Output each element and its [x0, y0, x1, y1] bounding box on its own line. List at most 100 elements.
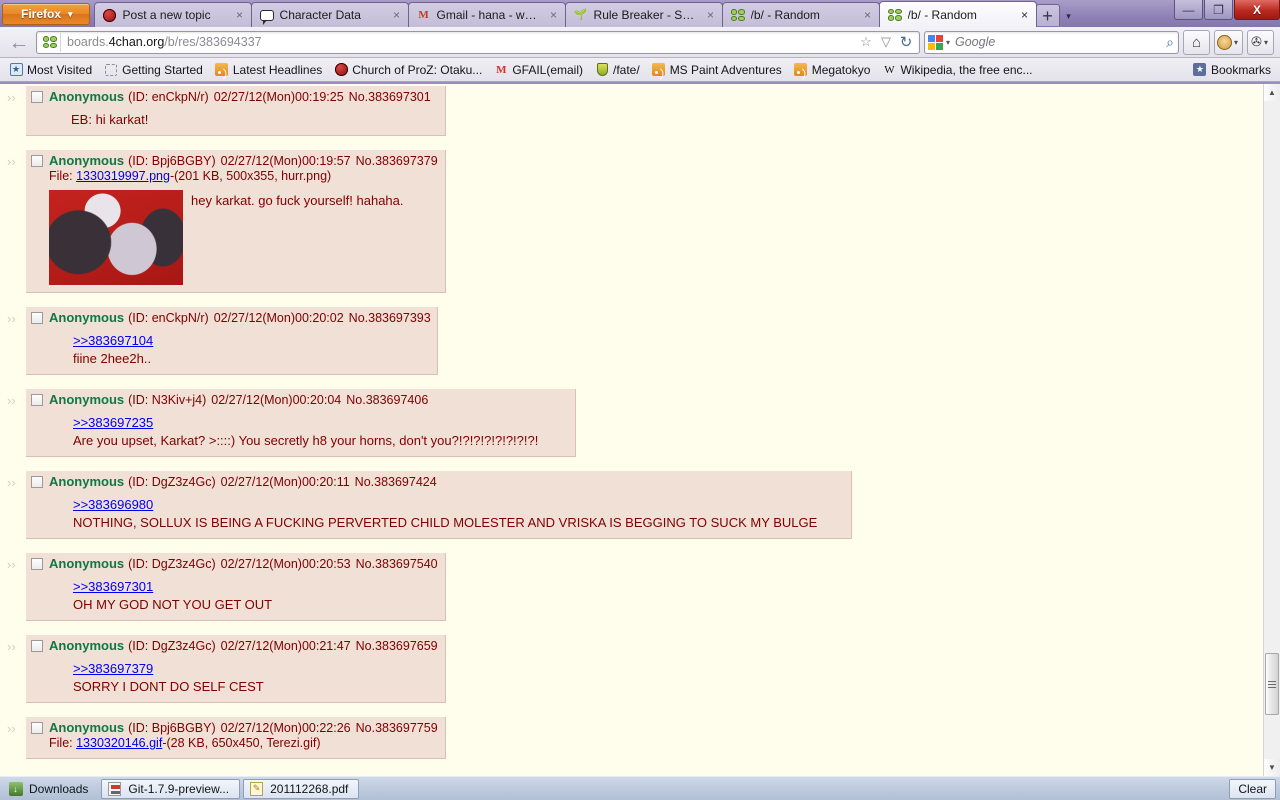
close-window-button[interactable]: X — [1234, 0, 1280, 20]
file-link[interactable]: 1330320146.gif — [76, 736, 162, 750]
home-button[interactable]: ⌂ — [1182, 29, 1210, 55]
bookmarks-menu-button[interactable]: ★ Bookmarks — [1188, 61, 1276, 79]
file-label: File: — [49, 169, 73, 183]
tab-b-random-1[interactable]: /b/ - Random × — [721, 2, 880, 27]
bookmark-star-icon[interactable]: ☆ — [856, 32, 876, 52]
addon-button[interactable]: ✇ ▾ — [1247, 29, 1274, 55]
list-all-tabs-icon[interactable]: ▾ — [1060, 5, 1078, 27]
bookmark-label: GFAIL(email) — [512, 62, 583, 77]
post-container[interactable]: Anonymous (ID: enCkpN/r) 02/27/12(Mon)00… — [26, 307, 438, 375]
taskbar-item-pdf[interactable]: ✎ 201112268.pdf — [243, 778, 360, 799]
reply-marker: ›› — [7, 639, 16, 654]
tab-post-a-new-topic[interactable]: Post a new topic × — [93, 2, 252, 27]
firefox-app-button[interactable]: Firefox ▾ — [2, 3, 90, 25]
back-button[interactable]: ← — [6, 30, 32, 55]
bookmark-fate[interactable]: /fate/ — [590, 61, 645, 79]
bookmark-gfail-email[interactable]: M GFAIL(email) — [489, 61, 588, 79]
close-icon[interactable]: × — [1018, 8, 1032, 22]
post-container[interactable]: Anonymous (ID: DgZ3z4Gc) 02/27/12(Mon)00… — [26, 471, 852, 539]
quote-link[interactable]: >>383697379 — [73, 660, 440, 677]
chevron-down-icon[interactable]: ▾ — [946, 38, 950, 47]
post-checkbox[interactable] — [31, 91, 43, 103]
post-number[interactable]: No.383697393 — [349, 310, 431, 326]
post-container[interactable]: Anonymous (ID: Bpj6BGBY) 02/27/12(Mon)00… — [26, 150, 446, 293]
tab-label: Character Data — [279, 8, 361, 22]
post-number[interactable]: No.383697379 — [356, 153, 438, 169]
post-number[interactable]: No.383697659 — [356, 638, 438, 654]
post-date: 02/27/12(Mon)00:21:47 — [220, 639, 351, 653]
post-id: (ID: N3Kiv+j4) — [128, 393, 207, 407]
post-number[interactable]: No.383697759 — [356, 720, 438, 736]
tab-character-data[interactable]: Character Data × — [250, 2, 409, 27]
quote-link[interactable]: >>383697301 — [73, 578, 440, 595]
post-number[interactable]: No.383697301 — [349, 89, 431, 105]
quote-link[interactable]: >>383697235 — [73, 414, 570, 431]
post-body: EB: hi karkat! — [31, 105, 440, 128]
post-header: Anonymous (ID: Bpj6BGBY) 02/27/12(Mon)00… — [31, 720, 440, 736]
vertical-scrollbar[interactable]: ▲ ▼ — [1263, 84, 1280, 776]
bookmark-most-visited[interactable]: ★ Most Visited — [4, 61, 97, 79]
post-container[interactable]: Anonymous (ID: enCkpN/r) 02/27/12(Mon)00… — [26, 86, 446, 136]
post-container[interactable]: Anonymous (ID: DgZ3z4Gc) 02/27/12(Mon)00… — [26, 635, 446, 703]
post-container[interactable]: Anonymous (ID: Bpj6BGBY) 02/27/12(Mon)00… — [26, 717, 446, 759]
post-checkbox[interactable] — [31, 394, 43, 406]
post-checkbox[interactable] — [31, 312, 43, 324]
post-checkbox[interactable] — [31, 722, 43, 734]
chevron-down-icon[interactable]: ▾ — [1232, 38, 1240, 47]
bookmark-getting-started[interactable]: Getting Started — [99, 61, 208, 79]
post-container[interactable]: Anonymous (ID: DgZ3z4Gc) 02/27/12(Mon)00… — [26, 553, 446, 621]
post-number[interactable]: No.383697540 — [356, 556, 438, 572]
post-checkbox[interactable] — [31, 476, 43, 488]
scroll-down-button[interactable]: ▼ — [1264, 759, 1280, 776]
site-identity-icon[interactable] — [39, 32, 61, 52]
bookmark-megatokyo[interactable]: Megatokyo — [789, 61, 876, 79]
bookmark-ms-paint-adventures[interactable]: MS Paint Adventures — [647, 61, 787, 79]
scroll-up-button[interactable]: ▲ — [1264, 84, 1280, 101]
clear-downloads-button[interactable]: Clear — [1229, 778, 1276, 799]
gmail-icon: M — [496, 63, 507, 76]
tab-label: Post a new topic — [122, 8, 211, 22]
post-container[interactable]: Anonymous (ID: N3Kiv+j4) 02/27/12(Mon)00… — [26, 389, 576, 457]
quote-link[interactable]: >>383696980 — [73, 496, 846, 513]
scrollbar-track[interactable] — [1264, 101, 1280, 759]
url-bar[interactable]: boards.4chan.org/b/res/383694337 ☆ ▽ ↻ — [36, 30, 920, 54]
post-checkbox[interactable] — [31, 558, 43, 570]
scrollbar-thumb[interactable] — [1265, 653, 1279, 715]
quote-link[interactable]: >>383697104 — [73, 332, 432, 349]
post-body: >>383697301 OH MY GOD NOT YOU GET OUT — [31, 572, 440, 613]
post-checkbox[interactable] — [31, 155, 43, 167]
dropmarker-icon[interactable]: ▽ — [876, 32, 896, 52]
bookmark-latest-headlines[interactable]: Latest Headlines — [210, 61, 327, 79]
new-tab-button[interactable]: + — [1035, 4, 1060, 26]
post-number[interactable]: No.383697424 — [355, 474, 437, 490]
bookmarks-toolbar: ★ Most Visited Getting Started Latest He… — [0, 58, 1280, 82]
minimize-button[interactable]: — — [1174, 0, 1203, 20]
post-id: (ID: DgZ3z4Gc) — [128, 475, 216, 489]
back-arrow-icon: ← — [8, 30, 30, 54]
search-bar[interactable]: ▾ Google ⌕ — [923, 30, 1179, 54]
search-icon[interactable]: ⌕ — [1166, 34, 1174, 51]
post-line: hey karkat. — [191, 193, 255, 208]
close-icon[interactable]: × — [704, 8, 718, 22]
tab-gmail[interactable]: M Gmail - hana - whkzy... × — [407, 2, 566, 27]
bookmark-wikipedia[interactable]: W Wikipedia, the free enc... — [877, 61, 1037, 79]
close-icon[interactable]: × — [390, 8, 404, 22]
reload-icon[interactable]: ↻ — [896, 32, 916, 52]
search-input[interactable]: Google — [955, 35, 1166, 49]
chevron-down-icon[interactable]: ▾ — [1262, 38, 1270, 47]
persona-button[interactable]: ▾ — [1213, 29, 1243, 55]
close-icon[interactable]: × — [547, 8, 561, 22]
bookmark-church-of-proz[interactable]: Church of ProZ: Otaku... — [329, 61, 487, 79]
taskbar-item-downloads[interactable]: ↓ Downloads — [2, 779, 98, 799]
restore-button[interactable]: ❐ — [1204, 0, 1233, 20]
taskbar-item-git-installer[interactable]: Git-1.7.9-preview... — [101, 778, 241, 799]
file-link[interactable]: 1330319997.png — [76, 169, 170, 183]
post-id: (ID: enCkpN/r) — [128, 90, 209, 104]
post-checkbox[interactable] — [31, 640, 43, 652]
tab-rule-breaker-stats[interactable]: 🌱 Rule Breaker - Stats × — [564, 2, 723, 27]
post-number[interactable]: No.383697406 — [346, 392, 428, 408]
post-thumbnail-image[interactable] — [49, 190, 183, 285]
close-icon[interactable]: × — [233, 8, 247, 22]
close-icon[interactable]: × — [861, 8, 875, 22]
tab-b-random-2[interactable]: /b/ - Random × — [878, 1, 1037, 27]
